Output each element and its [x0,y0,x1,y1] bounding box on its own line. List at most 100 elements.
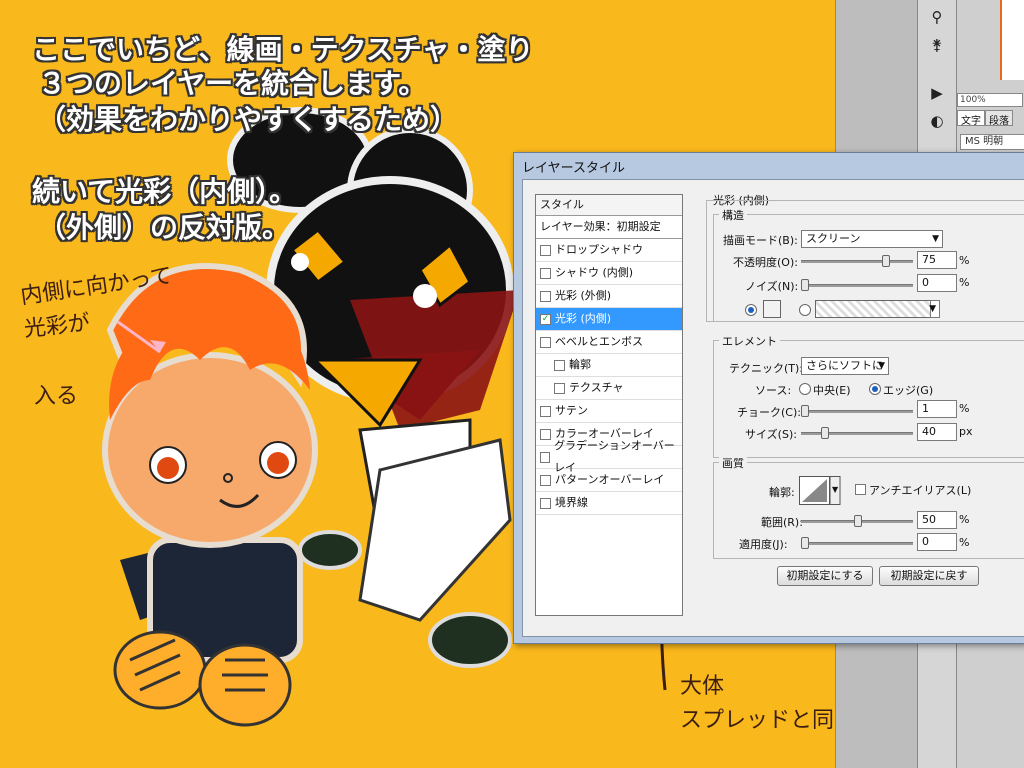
range-slider-thumb[interactable] [854,515,862,527]
contour-label: 輪郭: [769,486,795,499]
style-checkbox[interactable] [540,336,551,348]
opacity-slider-thumb[interactable] [882,255,890,267]
annotation-line-1: ここでいちど、線画・テクスチャ・塗り [32,33,534,66]
source-edge-label[interactable]: エッジ(G) [883,382,933,398]
opacity-label: 不透明度(O): [733,256,798,269]
font-family-field[interactable]: MS 明朝 [960,134,1024,150]
structure-title: 構造 [719,207,747,223]
range-input[interactable]: 50 [917,511,957,529]
svg-text:▼: ▼ [832,485,839,494]
technique-select[interactable]: さらにソフトに ▼ [801,357,889,375]
navigator-preview [1000,0,1024,80]
noise-unit: % [959,276,970,289]
style-checkbox[interactable] [540,244,551,256]
jitter-slider-thumb[interactable] [801,537,809,549]
color-radio[interactable] [745,304,757,316]
zoom-field[interactable]: 100% [957,93,1023,107]
style-item-label: パターンオーバーレイ [555,473,665,486]
jitter-unit: % [959,536,970,549]
style-item-label: 光彩 (内側) [555,312,612,325]
style-item[interactable]: ✓ 光彩 (内側) [536,308,682,331]
style-checkbox[interactable] [554,359,565,371]
source-edge-radio[interactable] [869,383,881,395]
noise-slider-thumb[interactable] [801,279,809,291]
gradient-dropdown[interactable]: ▼ [929,300,940,318]
opacity-unit: % [959,254,970,267]
style-checkbox[interactable] [540,405,551,417]
style-item-label: シャドウ (内側) [555,266,634,279]
character-panel-tabs: 文字 段落 [957,110,1024,127]
gradient-radio[interactable] [799,304,811,316]
style-checkbox[interactable] [540,497,551,509]
blending-options-item[interactable]: レイヤー効果：初期設定 [536,216,682,239]
hand-note-left-3: 入る [34,384,79,409]
style-item-label: 光彩 (外側) [555,289,612,302]
style-item[interactable]: 光彩 (外側) [536,285,682,308]
style-item[interactable]: サテン [536,400,682,423]
source-center-label[interactable]: 中央(E) [813,382,851,398]
source-label: ソース: [755,384,792,397]
style-item[interactable]: パターンオーバーレイ [536,469,682,492]
style-item[interactable]: 境界線 [536,492,682,515]
noise-input[interactable]: 0 [917,274,957,292]
blend-mode-value: スクリーン [806,232,861,245]
jitter-slider[interactable] [801,537,913,549]
style-checkbox[interactable] [540,474,551,486]
stamp-icon[interactable]: ⚲ [924,6,950,28]
source-center-radio[interactable] [799,383,811,395]
antialias-label[interactable]: アンチエイリアス(L) [869,482,971,498]
range-unit: % [959,513,970,526]
hand-note-bottom-1: 大体 [680,674,725,699]
brush-preset-icon[interactable]: ◐ [924,110,950,132]
choke-input[interactable]: 1 [917,400,957,418]
play-icon[interactable]: ▶ [924,82,950,104]
contour-picker[interactable]: ▼ [799,476,843,506]
dialog-title: レイヤースタイル [522,161,625,176]
style-item[interactable]: シャドウ (内側) [536,262,682,285]
choke-unit: % [959,402,970,415]
glow-color-swatch[interactable] [763,300,781,318]
style-item[interactable]: ドロップシャドウ [536,239,682,262]
style-item[interactable]: テクスチャ [536,377,682,400]
quality-title: 画質 [719,455,747,471]
choke-slider[interactable] [801,405,913,417]
make-default-button[interactable]: 初期設定にする [777,566,873,586]
blend-mode-label: 描画モード(B): [723,234,798,247]
style-list: スタイル レイヤー効果：初期設定 ドロップシャドウ シャドウ (内側) 光彩 (外側… [535,194,683,616]
style-item-label: 輪郭 [569,358,591,371]
opacity-input[interactable]: 75 [917,251,957,269]
size-slider-thumb[interactable] [821,427,829,439]
tab-paragraph[interactable]: 段落 [985,110,1013,127]
style-list-header[interactable]: スタイル [536,195,682,216]
style-item[interactable]: グラデーションオーバーレイ [536,439,682,474]
jitter-label: 適用度(J): [739,538,788,551]
clone-source-icon[interactable]: ⚵ [924,34,950,56]
style-checkbox[interactable] [540,428,551,440]
style-item[interactable]: ベベルとエンボス [536,331,682,354]
choke-label: チョーク(C): [737,406,801,419]
reset-default-button[interactable]: 初期設定に戻す [879,566,979,586]
style-checkbox[interactable] [554,382,565,394]
size-input[interactable]: 40 [917,423,957,441]
opacity-slider[interactable] [801,255,913,267]
elements-title: エレメント [719,333,780,349]
gradient-picker[interactable] [815,300,931,318]
choke-slider-thumb[interactable] [801,405,809,417]
noise-slider[interactable] [801,279,913,291]
style-item-label: ドロップシャドウ [555,243,643,256]
style-checkbox[interactable] [540,451,551,463]
jitter-input[interactable]: 0 [917,533,957,551]
style-checkbox[interactable] [540,267,551,279]
layer-style-dialog: レイヤースタイル スタイル レイヤー効果：初期設定 ドロップシャドウ シャドウ (… [513,152,1024,644]
style-item-label: テクスチャ [569,381,624,394]
style-item[interactable]: 輪郭 [536,354,682,377]
size-slider[interactable] [801,427,913,439]
style-checkbox[interactable] [540,290,551,302]
blend-mode-select[interactable]: スクリーン ▼ [801,230,943,248]
size-label: サイズ(S): [745,428,797,441]
tab-character[interactable]: 文字 [957,110,985,127]
style-checkbox[interactable]: ✓ [540,313,551,325]
antialias-checkbox[interactable] [855,484,866,495]
range-slider[interactable] [801,515,913,527]
style-item-label: サテン [555,404,588,417]
